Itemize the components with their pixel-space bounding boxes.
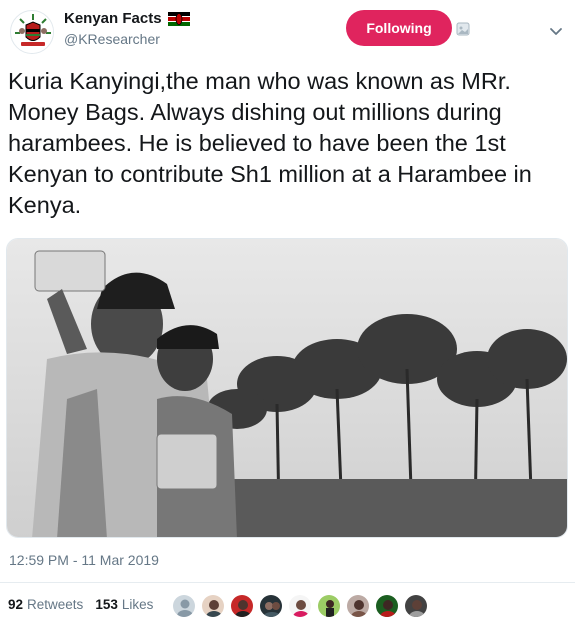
- likes-count: 153: [95, 597, 118, 612]
- liker-avatar[interactable]: [172, 594, 196, 618]
- liker-avatar[interactable]: [288, 594, 312, 618]
- retweets-stat[interactable]: 92 Retweets: [8, 597, 83, 612]
- liker-avatar[interactable]: [375, 594, 399, 618]
- retweets-label: Retweets: [27, 597, 84, 612]
- chevron-down-icon[interactable]: [549, 24, 563, 35]
- account-handle[interactable]: @KResearcher: [64, 31, 190, 47]
- tweet-text: Kuria Kanyingi,the man who was known as …: [8, 68, 532, 218]
- liker-avatar[interactable]: [259, 594, 283, 618]
- tweet-timestamp[interactable]: 12:59 PM - 11 Mar 2019: [9, 552, 159, 568]
- divider: [0, 582, 575, 583]
- liker-avatar[interactable]: [404, 594, 428, 618]
- display-name-row[interactable]: Kenyan Facts: [64, 10, 190, 27]
- liker-avatar[interactable]: [346, 594, 370, 618]
- tweet-stats: 92 Retweets 153 Likes: [8, 597, 165, 612]
- liker-avatar[interactable]: [317, 594, 341, 618]
- liker-avatar[interactable]: [201, 594, 225, 618]
- likes-label: Likes: [121, 597, 154, 612]
- following-button[interactable]: Following: [346, 10, 452, 46]
- display-name[interactable]: Kenyan Facts: [64, 10, 162, 27]
- liker-avatars: [172, 594, 433, 618]
- tweet-header: Kenyan Facts @KResearcher Following: [0, 0, 575, 62]
- likes-stat[interactable]: 153 Likes: [95, 597, 153, 612]
- liker-avatar[interactable]: [230, 594, 254, 618]
- tweet-photo[interactable]: [6, 238, 568, 538]
- account-names: Kenyan Facts @KResearcher: [64, 10, 190, 47]
- retweets-count: 92: [8, 597, 24, 612]
- kenya-flag-icon: [167, 11, 190, 26]
- block-icon[interactable]: [456, 22, 470, 36]
- avatar[interactable]: [10, 10, 54, 54]
